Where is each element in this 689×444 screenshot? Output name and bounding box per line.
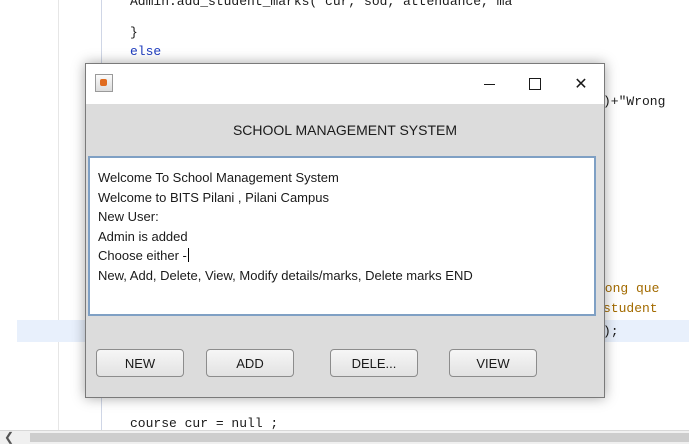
window-content: SCHOOL MANAGEMENT SYSTEM Welcome To Scho… [86, 104, 604, 397]
editor-gutter [58, 0, 59, 443]
window-titlebar[interactable]: ✕ [86, 64, 604, 104]
add-button[interactable]: ADD [206, 349, 294, 377]
code-line: else [130, 44, 162, 59]
horizontal-scrollbar[interactable]: ❮ [0, 430, 689, 444]
maximize-button[interactable] [512, 64, 558, 104]
delete-button[interactable]: DELE... [330, 349, 418, 377]
scroll-left-icon[interactable]: ❮ [4, 430, 14, 444]
code-line: course cur = null ; [130, 416, 279, 431]
minimize-icon [483, 83, 495, 85]
minimize-button[interactable] [466, 64, 512, 104]
output-line: Welcome To School Management System [98, 170, 339, 185]
output-line: Choose either - [98, 248, 187, 263]
code-line: )+"Wrong [603, 94, 665, 109]
code-line: rong que [597, 281, 660, 296]
text-caret [187, 248, 189, 262]
code-line: student [603, 301, 658, 316]
java-app-icon[interactable] [95, 74, 113, 92]
code-line: } [130, 25, 138, 40]
view-button[interactable]: VIEW [449, 349, 537, 377]
output-line: Welcome to BITS Pilani , Pilani Campus [98, 189, 329, 205]
code-line: Admin.add_student_marks( cur, sod, atten… [130, 0, 513, 9]
output-line: Admin is added [98, 228, 188, 244]
scrollbar-thumb[interactable] [30, 433, 689, 442]
maximize-icon [529, 78, 541, 90]
code-line: ); [603, 324, 619, 339]
output-line: New User: [98, 209, 159, 224]
school-management-window: ✕ SCHOOL MANAGEMENT SYSTEM Welcome To Sc… [85, 63, 605, 398]
output-line-with-caret: Choose either - [98, 246, 586, 266]
page-title: SCHOOL MANAGEMENT SYSTEM [232, 122, 458, 138]
close-button[interactable]: ✕ [558, 64, 604, 104]
close-icon: ✕ [574, 76, 588, 93]
code-fragment: )+"Wrong [603, 94, 666, 109]
output-line: New, Add, Delete, View, Modify details/m… [98, 267, 473, 283]
new-button[interactable]: NEW [96, 349, 184, 377]
output-text-area[interactable]: Welcome To School Management System Welc… [88, 156, 596, 316]
